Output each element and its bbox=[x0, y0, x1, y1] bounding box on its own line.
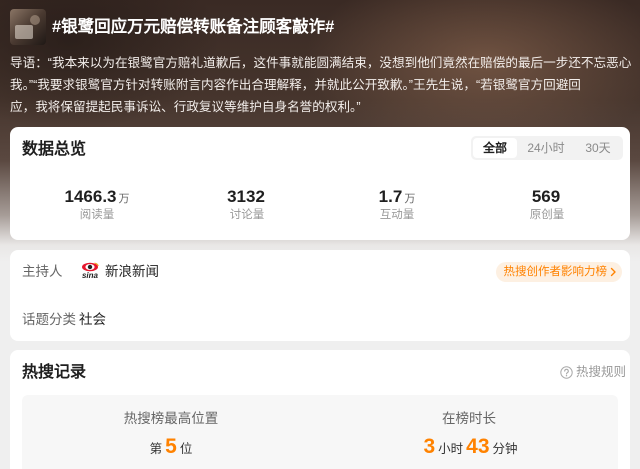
stat-number: 1466.3 bbox=[64, 187, 117, 206]
data-overview-card: 数据总览 全部 24小时 30天 1466.3 万 阅读量 3132 讨论量 1.… bbox=[10, 127, 630, 240]
duration-minutes: 43 bbox=[466, 435, 490, 458]
record-title: 热搜记录 bbox=[22, 364, 87, 381]
topic-title: #银鹭回应万元赔偿转账备注顾客敲诈# bbox=[52, 18, 335, 36]
stat-originals: 569 原创量 bbox=[472, 185, 622, 223]
stat-value: 1.7 万 bbox=[322, 185, 472, 209]
stat-label: 互动量 bbox=[379, 209, 415, 221]
sina-logo-text: sina bbox=[81, 271, 98, 280]
stat-label: 讨论量 bbox=[229, 209, 265, 221]
creator-influence-rank-button[interactable]: 热搜创作者影响力榜 bbox=[495, 262, 622, 282]
stat-number: 569 bbox=[531, 187, 561, 206]
stat-value: 569 bbox=[472, 185, 622, 209]
sina-logo-icon: sina bbox=[79, 261, 101, 283]
stat-reads: 1466.3 万 阅读量 bbox=[22, 185, 172, 223]
time-on-list: 在榜时长 3 小时 43 分钟 bbox=[320, 395, 618, 469]
time-range-tabs: 全部 24小时 30天 bbox=[471, 136, 623, 160]
rules-label: 热搜规则 bbox=[575, 365, 626, 379]
stat-label: 阅读量 bbox=[79, 209, 115, 221]
peak-position: 热搜榜最高位置 第5位 bbox=[22, 395, 320, 469]
intro-line: 我。”“我要求银鹭官方针对转账附言内容作出合理解释，并就此公开致歉。”王先生说，… bbox=[10, 78, 581, 92]
chevron-right-icon bbox=[610, 267, 616, 277]
host-label: 主持人 bbox=[22, 264, 63, 279]
stat-unit: 万 bbox=[404, 193, 416, 205]
stat-value: 1466.3 万 bbox=[22, 185, 172, 209]
stat-discussions: 3132 讨论量 bbox=[172, 185, 322, 223]
question-circle-icon bbox=[560, 365, 573, 379]
stat-unit: 万 bbox=[118, 193, 130, 205]
rank-pill-label: 热搜创作者影响力榜 bbox=[503, 266, 608, 278]
overview-title: 数据总览 bbox=[22, 141, 87, 158]
stat-interactions: 1.7 万 互动量 bbox=[322, 185, 472, 223]
intro-line: 导语：“我本来以为在银鹭官方赔礼道歉后，这件事就能圆满结束，没想到他们竟然在赔偿… bbox=[10, 56, 632, 70]
category-label: 话题分类 bbox=[22, 312, 76, 327]
duration-value: 3 小时 43 分钟 bbox=[320, 434, 618, 462]
peak-label: 热搜榜最高位置 bbox=[123, 411, 219, 426]
tab-30d[interactable]: 30天 bbox=[575, 138, 621, 158]
duration-hours-unit: 小时 bbox=[438, 442, 464, 456]
hot-search-rules-link[interactable]: 热搜规则 bbox=[560, 363, 626, 381]
stat-number: 3132 bbox=[227, 187, 265, 206]
peak-number: 5 bbox=[165, 435, 177, 458]
topic-thumbnail bbox=[10, 9, 46, 45]
stat-value: 3132 bbox=[172, 185, 322, 209]
duration-minutes-unit: 分钟 bbox=[492, 442, 518, 456]
topic-info-card: 主持人 sina 新浪新闻 热搜创作者影响力榜 话题分类 社会 bbox=[10, 250, 630, 341]
topic-intro: 导语：“我本来以为在银鹭官方赔礼道歉后，这件事就能圆满结束，没想到他们竟然在赔偿… bbox=[10, 52, 632, 118]
duration-hours: 3 bbox=[423, 435, 436, 458]
stat-number: 1.7 bbox=[378, 187, 403, 206]
stats-row: 1466.3 万 阅读量 3132 讨论量 1.7 万 互动量 569 原创量 bbox=[22, 185, 622, 223]
category-value: 社会 bbox=[79, 312, 106, 327]
intro-line: 应，我将保留提起民事诉讼、行政复议等维护自身名誉的权利。” bbox=[10, 100, 361, 114]
peak-value: 第5位 bbox=[22, 434, 320, 462]
peak-prefix: 第 bbox=[149, 442, 163, 456]
tab-all[interactable]: 全部 bbox=[473, 138, 517, 158]
tab-24h[interactable]: 24小时 bbox=[517, 138, 575, 158]
peak-suffix: 位 bbox=[179, 442, 193, 456]
stat-label: 原创量 bbox=[529, 209, 565, 221]
record-stats-box: 热搜榜最高位置 第5位 在榜时长 3 小时 43 分钟 bbox=[22, 395, 618, 469]
duration-label: 在榜时长 bbox=[442, 411, 496, 426]
hot-search-record-card: 热搜记录 热搜规则 热搜榜最高位置 第5位 在榜时长 3 小时 43 分钟 bbox=[10, 350, 630, 469]
host-name-link[interactable]: 新浪新闻 bbox=[105, 262, 159, 282]
